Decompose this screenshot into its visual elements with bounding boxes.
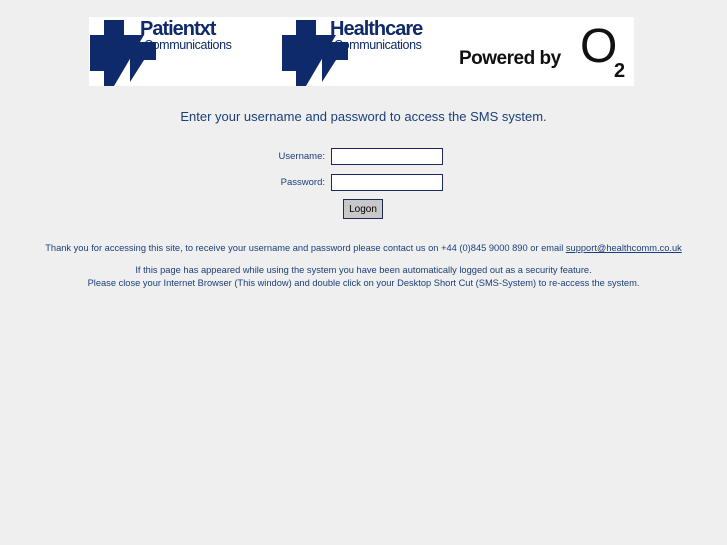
powered-by-o2: Powered by O 2 — [454, 17, 634, 86]
healthcare-sub: Communications — [334, 38, 422, 52]
password-row: Password: — [0, 174, 727, 194]
contact-info: Thank you for accessing this site, to re… — [0, 243, 727, 253]
o2-logo: O 2 — [580, 20, 625, 80]
logon-button[interactable]: Logon — [343, 199, 383, 219]
logout-notice: If this page has appeared while using th… — [135, 265, 592, 275]
header-banner: Patientxt Communications Healthcare Comm… — [89, 17, 634, 86]
patientxt-logo: Patientxt Communications — [90, 17, 270, 86]
powered-by-text: Powered by — [459, 48, 561, 69]
username-input[interactable] — [331, 148, 443, 165]
relogin-instructions: Please close your Internet Browser (This… — [87, 278, 640, 288]
username-label: Username: — [278, 151, 325, 162]
patientxt-sub: Communications — [144, 38, 232, 52]
contact-text: Thank you for accessing this site, to re… — [45, 243, 566, 253]
o2-letter: O — [580, 20, 617, 73]
healthcare-logo: Healthcare Communications — [282, 17, 462, 86]
o2-subscript: 2 — [614, 60, 625, 80]
password-input[interactable] — [331, 174, 443, 191]
login-prompt: Enter your username and password to acce… — [180, 109, 547, 124]
login-page: Patientxt Communications Healthcare Comm… — [0, 0, 727, 545]
support-email-link[interactable]: support@healthcomm.co.uk — [566, 243, 682, 253]
password-label: Password: — [280, 177, 325, 188]
username-row: Username: — [0, 148, 727, 168]
